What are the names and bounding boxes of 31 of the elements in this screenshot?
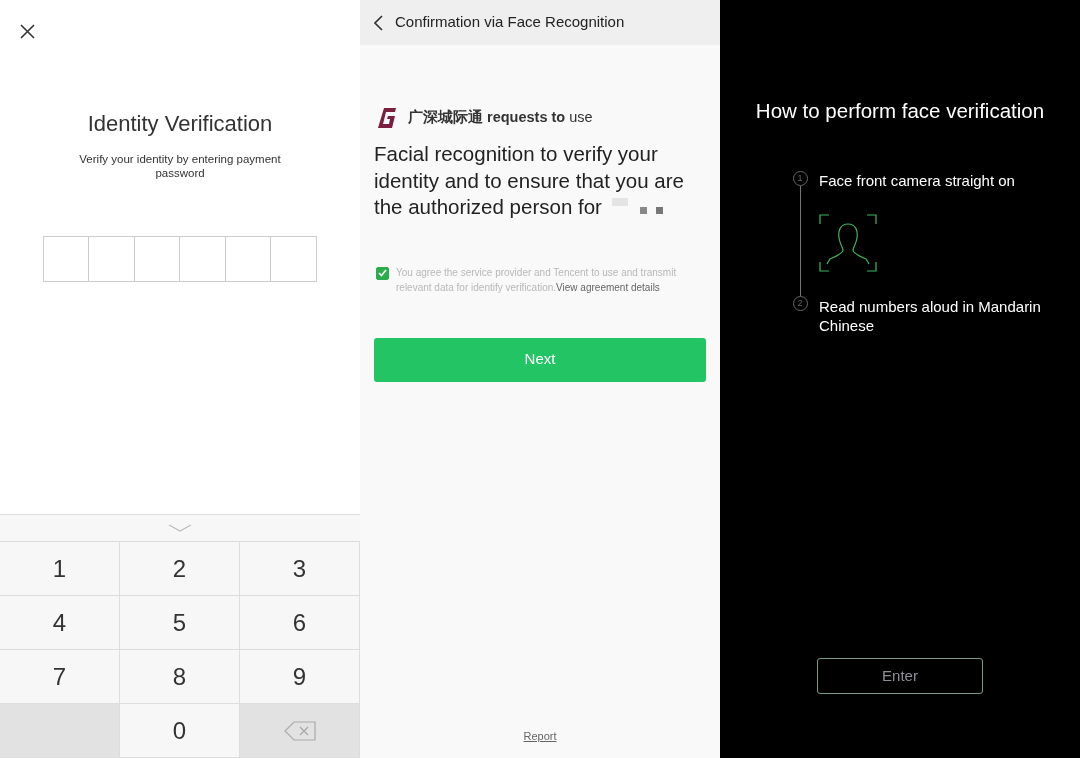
backspace-key[interactable] [240, 704, 360, 758]
digit-key[interactable]: 2 [120, 542, 240, 596]
digit-key[interactable]: 5 [120, 596, 240, 650]
step-text: Read numbers aloud in Mandarin Chinese [819, 296, 1042, 335]
enter-button[interactable]: Enter [817, 658, 983, 694]
digit-key[interactable]: 7 [0, 650, 120, 704]
digit-key[interactable]: 3 [240, 542, 360, 596]
header-title: Confirmation via Face Recognition [395, 12, 625, 33]
guide-title: How to perform face verification [755, 98, 1045, 124]
agreement-text: You agree the service provider and Tencent to use and transmit relevant data for identify verification.View agreement details [396, 265, 678, 295]
instruction-text: Verify your identity by entering payment password [78, 152, 282, 180]
face-scan-icon [819, 214, 877, 273]
back-icon[interactable] [374, 14, 383, 31]
agreement-link[interactable]: View agreement details [556, 282, 660, 293]
screen-title: Identity Verification [86, 110, 274, 138]
description-text: Facial recognition to verify your identity and to ensure that you are the authorized person for [374, 141, 685, 220]
app-logo [376, 107, 398, 129]
chevron-down-icon[interactable] [168, 524, 192, 532]
agreement-checkbox[interactable] [376, 266, 389, 280]
digit-key[interactable]: 9 [240, 650, 360, 704]
password-field[interactable] [43, 236, 317, 282]
digit-key[interactable]: 4 [0, 596, 120, 650]
step-text: Face front camera straight on [819, 170, 1016, 190]
digit-key[interactable]: 6 [240, 596, 360, 650]
digit-key[interactable]: 8 [120, 650, 240, 704]
request-text: 广深城际通 requests to use [408, 108, 593, 128]
digit-key[interactable]: 0 [120, 704, 240, 758]
close-icon[interactable] [20, 24, 35, 39]
report-link[interactable]: Report [523, 727, 557, 744]
digit-key[interactable]: 1 [0, 542, 120, 596]
backspace-icon[interactable] [283, 720, 316, 741]
